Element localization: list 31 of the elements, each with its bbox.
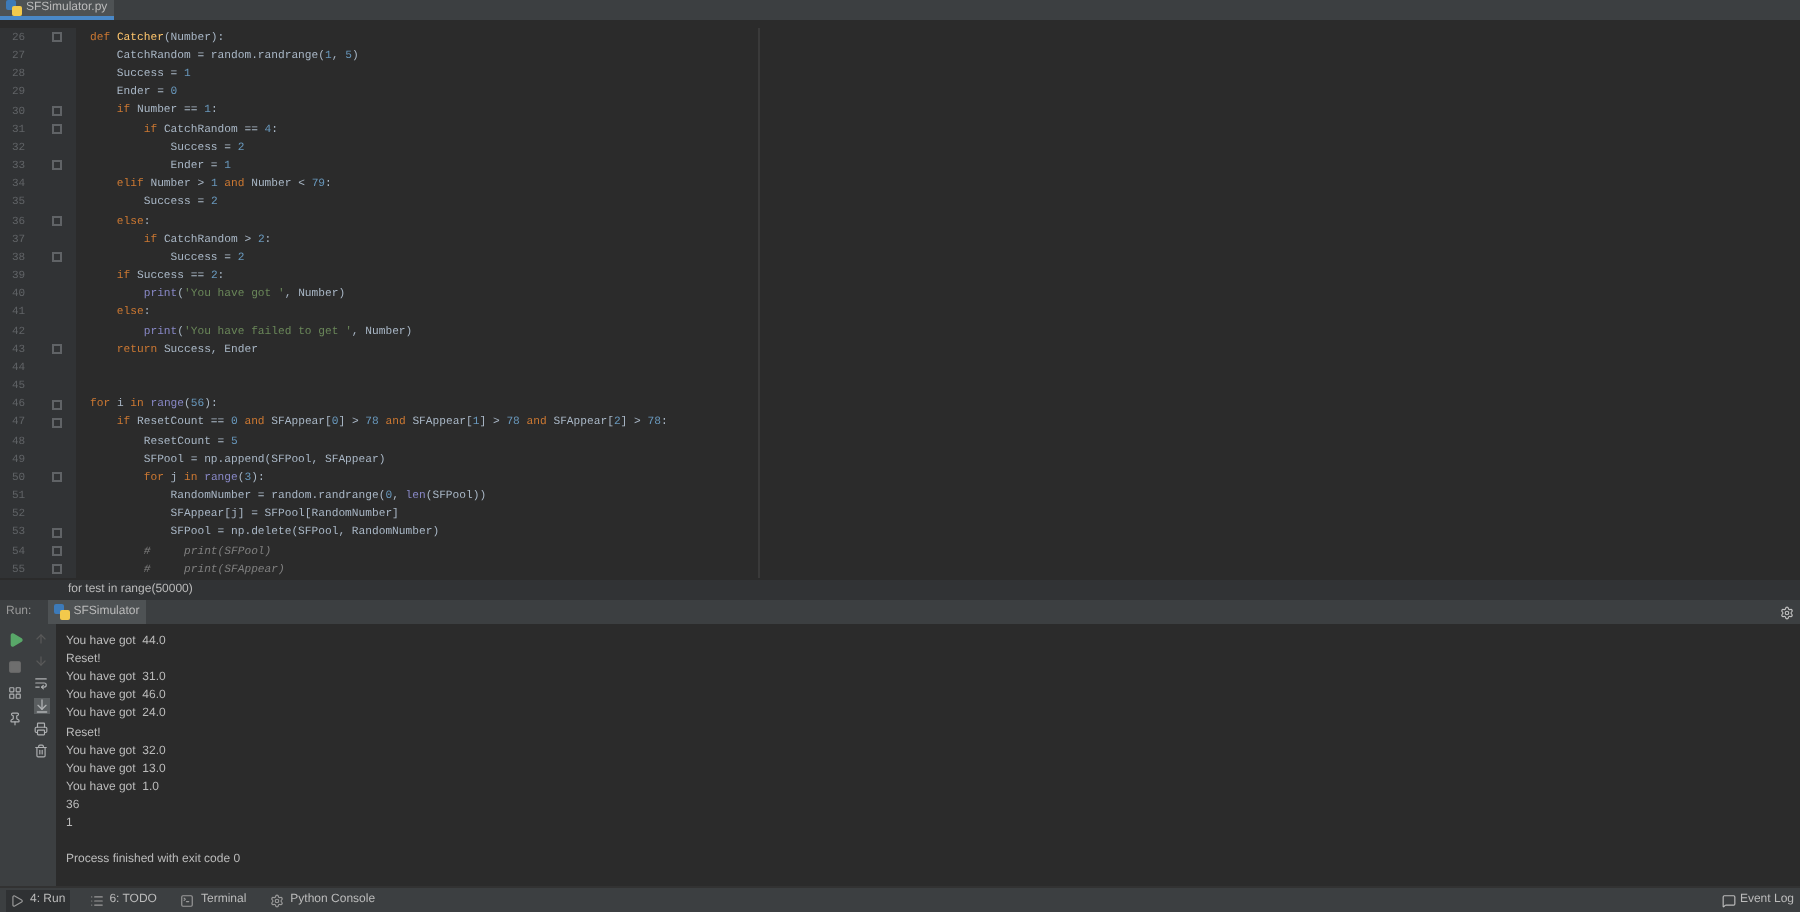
trash-icon[interactable] [34,744,48,758]
layout-icon[interactable] [8,686,22,700]
fold-icon[interactable] [52,160,62,171]
list-icon [89,893,104,907]
fold-icon[interactable] [52,399,62,410]
play-icon [10,893,24,907]
speech-bubble-icon [1721,893,1736,907]
python-file-icon [53,604,70,620]
stop-icon[interactable] [8,660,22,674]
print-icon[interactable] [34,722,48,736]
wrap-icon[interactable] [34,676,48,690]
fold-icon[interactable] [52,545,62,556]
python-file-icon [6,0,22,16]
settings-icon[interactable] [1780,605,1794,619]
fold-icon[interactable] [52,123,62,134]
python-console-icon [270,893,285,907]
fold-icon[interactable] [52,564,62,575]
fold-icon[interactable] [52,527,62,538]
fold-icon[interactable] [52,105,62,116]
pin-icon[interactable] [8,712,22,726]
fold-icon[interactable] [52,215,62,226]
terminal-icon [180,893,195,907]
run-icon[interactable] [7,632,23,648]
fold-icon[interactable] [52,252,62,263]
down-arrow-icon[interactable] [34,654,48,668]
fold-icon[interactable] [52,344,62,354]
fold-icon[interactable] [52,417,62,428]
scroll-to-end-icon[interactable] [33,698,49,714]
up-arrow-icon[interactable] [34,632,48,646]
fold-icon[interactable] [52,472,62,483]
fold-icon[interactable] [52,32,62,43]
